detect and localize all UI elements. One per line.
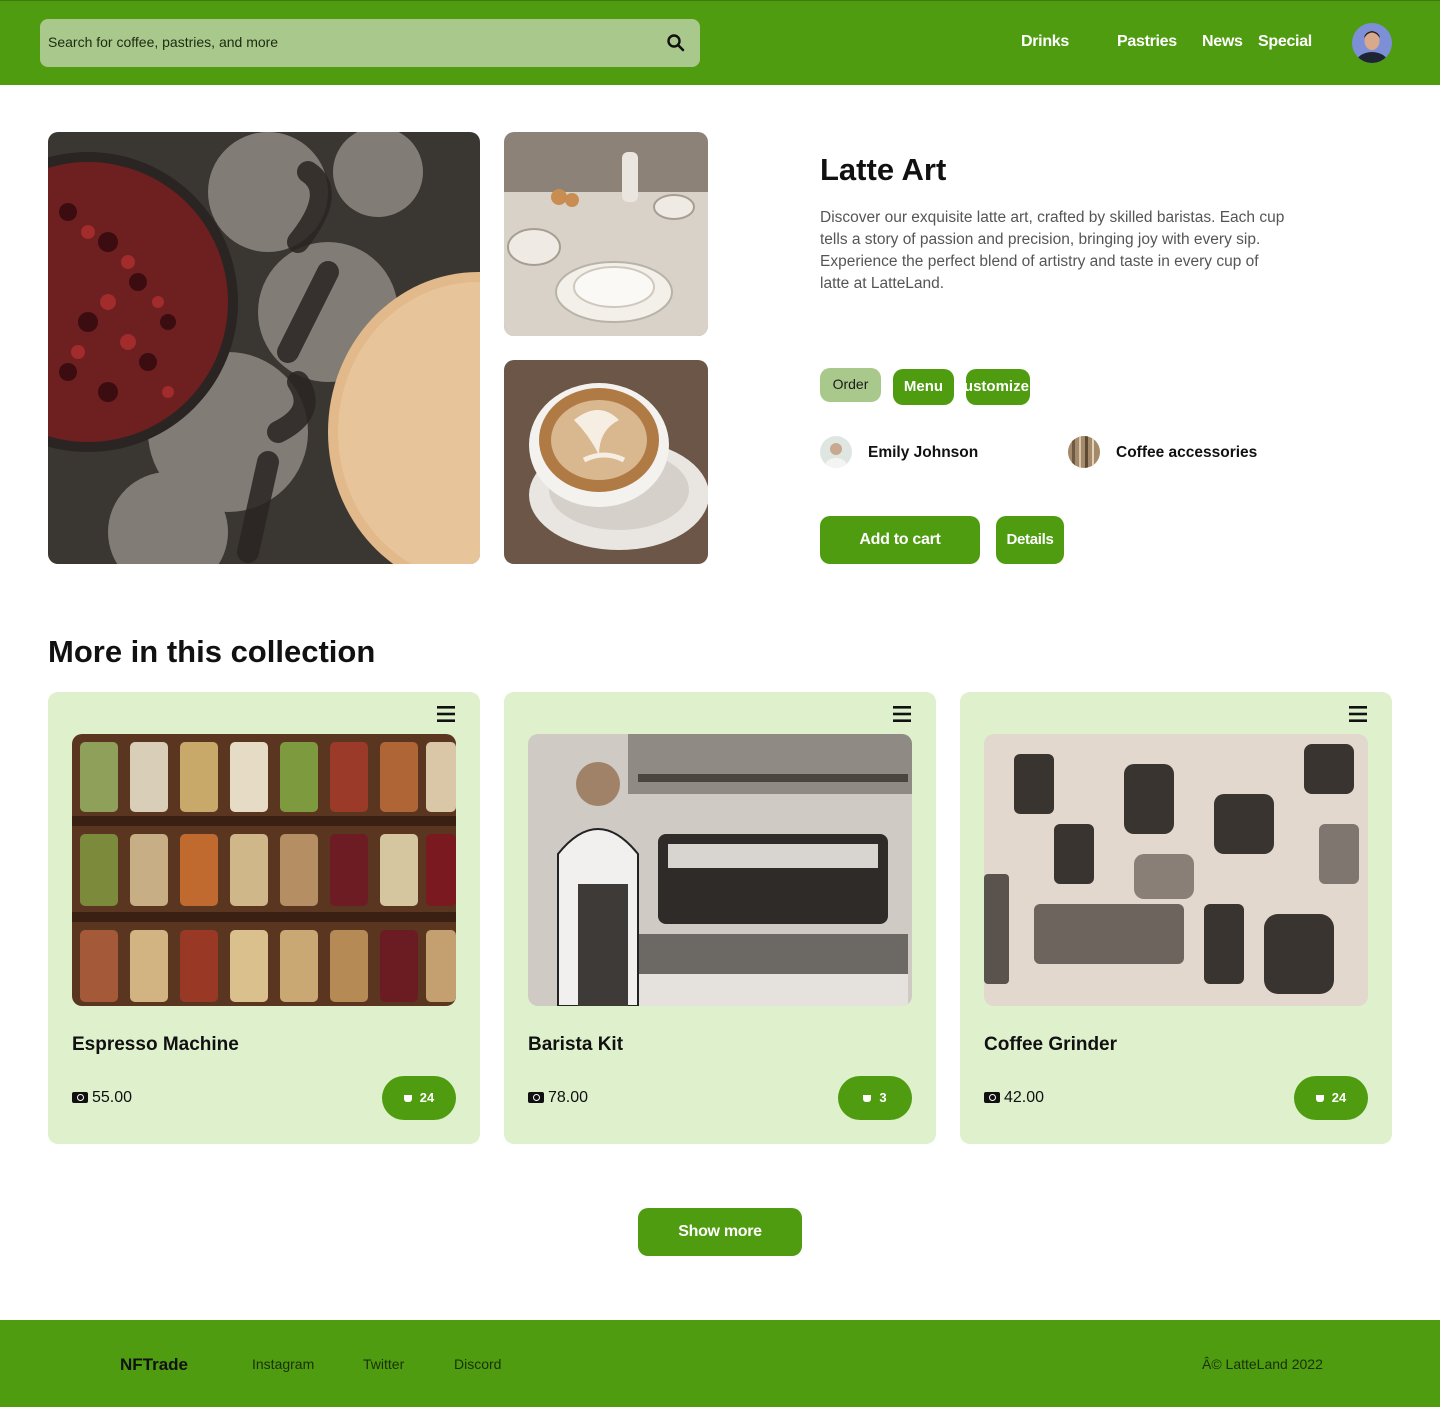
user-avatar[interactable]: [1352, 23, 1392, 63]
menu-icon[interactable]: [1349, 706, 1367, 722]
footer: NFTrade Instagram Twitter Discord Â© Lat…: [0, 1320, 1440, 1407]
tableware-image: [504, 132, 708, 336]
coffee-cup-icon: [403, 1095, 412, 1102]
likes-count: 24: [1331, 1090, 1347, 1105]
card-price: 42.00: [984, 1089, 1044, 1107]
creator-avatar: [820, 436, 852, 468]
price-value: 42.00: [1004, 1089, 1045, 1106]
nav-pastries[interactable]: Pastries: [1117, 33, 1177, 51]
product-card[interactable]: Coffee Grinder 42.00 24: [960, 692, 1392, 1144]
search-bar[interactable]: Search for coffee, pastries, and more: [40, 19, 700, 67]
details-button[interactable]: Details: [996, 516, 1064, 564]
creator-name: Emily Johnson: [868, 444, 979, 461]
order-chip[interactable]: Order: [820, 368, 881, 402]
latte-image: [504, 360, 708, 564]
collection-title: More in this collection: [48, 634, 376, 669]
price-value: 78.00: [548, 1089, 589, 1106]
copyright-text: Â© LatteLand 2022: [1202, 1356, 1323, 1372]
barista-kit-image: [528, 734, 912, 1006]
footer-link-instagram[interactable]: Instagram: [252, 1356, 314, 1372]
card-title: Espresso Machine: [72, 1034, 239, 1055]
footer-link-discord[interactable]: Discord: [454, 1356, 501, 1372]
nav-news[interactable]: News: [1202, 33, 1243, 51]
card-title: Coffee Grinder: [984, 1034, 1118, 1055]
product-title: Latte Art: [820, 152, 947, 187]
menu-icon[interactable]: [893, 706, 911, 722]
coffee-cup-icon: [863, 1095, 872, 1102]
product-card[interactable]: Espresso Machine 55.00 24: [48, 692, 480, 1144]
espresso-machine-image: [72, 734, 456, 1006]
product-description: Discover our exquisite latte art, crafte…: [820, 209, 1285, 292]
nav-drinks[interactable]: Drinks: [1021, 33, 1069, 51]
likes-button[interactable]: 3: [838, 1076, 912, 1120]
creator-info[interactable]: Emily Johnson: [820, 436, 1020, 468]
likes-button[interactable]: 24: [1294, 1076, 1368, 1120]
likes-button[interactable]: 24: [382, 1076, 456, 1120]
collection-info[interactable]: Coffee accessories: [1068, 436, 1288, 468]
collection-avatar: [1068, 436, 1100, 468]
coffee-cup-icon: [1315, 1095, 1324, 1102]
baking-image: [48, 132, 480, 564]
top-header: Search for coffee, pastries, and more Dr…: [0, 0, 1440, 85]
card-title: Barista Kit: [528, 1034, 624, 1055]
search-icon[interactable]: [666, 33, 686, 53]
card-price: 55.00: [72, 1089, 132, 1107]
price-value: 55.00: [92, 1089, 133, 1106]
cash-icon: [528, 1092, 544, 1103]
search-placeholder: Search for coffee, pastries, and more: [48, 34, 279, 50]
menu-icon[interactable]: [437, 706, 455, 722]
show-more-button[interactable]: Show more: [638, 1208, 802, 1256]
nav-special[interactable]: Special: [1258, 33, 1312, 51]
footer-link-twitter[interactable]: Twitter: [363, 1356, 404, 1372]
collection-name: Coffee accessories: [1116, 444, 1258, 461]
likes-count: 24: [419, 1090, 435, 1105]
add-to-cart-button[interactable]: Add to cart: [820, 516, 980, 564]
cash-icon: [984, 1092, 1000, 1103]
card-price: 78.00: [528, 1089, 588, 1107]
product-card[interactable]: Barista Kit 78.00 3: [504, 692, 936, 1144]
footer-brand[interactable]: NFTrade: [120, 1355, 188, 1375]
customize-chip[interactable]: Customize: [966, 369, 1030, 405]
coffee-grinder-image: [984, 734, 1368, 1006]
likes-count: 3: [879, 1090, 887, 1105]
menu-chip[interactable]: Menu: [893, 369, 954, 405]
cash-icon: [72, 1092, 88, 1103]
